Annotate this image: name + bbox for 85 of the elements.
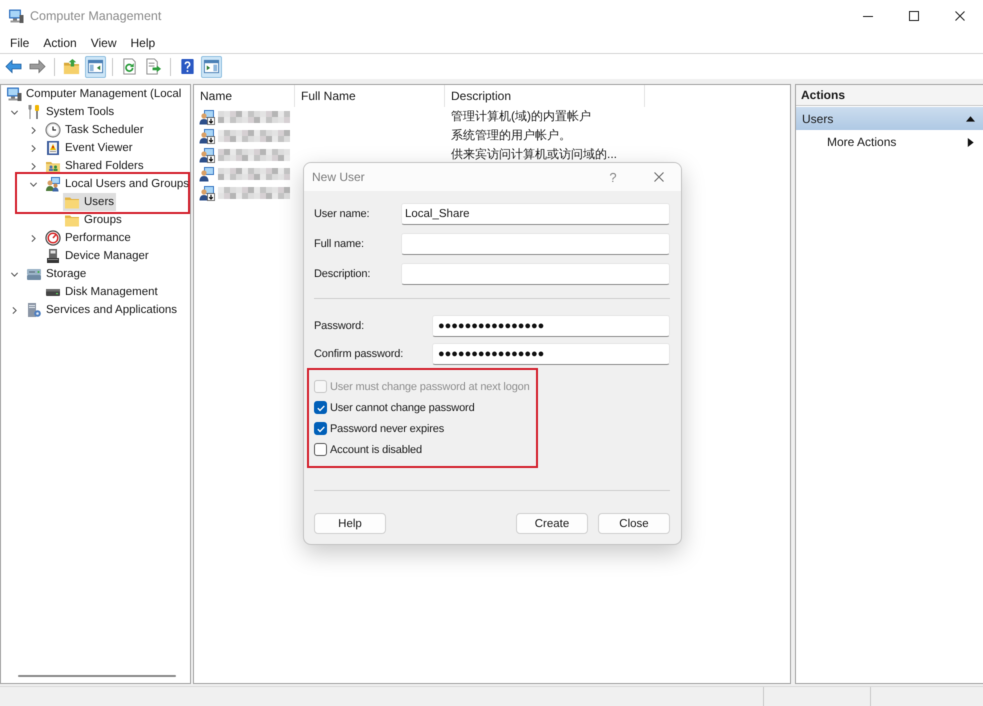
user-description: 供来宾访问计算机或访问域的... (451, 146, 618, 163)
close-icon (654, 172, 664, 182)
pixelated-name-drawing (218, 168, 290, 180)
checkbox-label[interactable]: Account is disabled (330, 444, 422, 456)
tools-icon (26, 104, 42, 120)
tree-item[interactable]: Users (63, 193, 116, 211)
tree-item[interactable]: Disk Management (44, 283, 160, 301)
dialog-button[interactable]: Create (516, 513, 588, 534)
user-description: 系统管理的用户帐户。 (451, 127, 571, 144)
export-list-icon (145, 58, 162, 75)
password-field[interactable]: ●●●●●●●●●●●●●●●● (432, 315, 670, 337)
dialog-button[interactable]: Help (314, 513, 386, 534)
checkbox[interactable] (314, 443, 327, 456)
password-field[interactable]: ●●●●●●●●●●●●●●●● (432, 343, 670, 365)
chevron-right-icon[interactable] (29, 234, 38, 242)
menu-item[interactable]: View (84, 34, 124, 52)
tree-item[interactable]: Groups (63, 211, 124, 229)
computer-icon (8, 8, 24, 24)
folder-up-icon (63, 58, 80, 75)
forward-arrow-icon (29, 58, 46, 75)
field-label: Full name: (314, 238, 365, 250)
checkmark-icon (316, 402, 326, 412)
tree-item[interactable]: Task Scheduler (44, 121, 146, 139)
checkbox-label[interactable]: User cannot change password (330, 402, 475, 414)
checkbox[interactable] (314, 401, 327, 414)
actions-pane-title: Actions (796, 85, 983, 106)
close-icon (955, 11, 965, 21)
menu-item[interactable]: More Actions (796, 130, 983, 154)
dialog-button[interactable]: Close (598, 513, 670, 534)
checkbox-label[interactable]: Password never expires (330, 422, 444, 434)
pixelated-name-drawing (218, 130, 290, 142)
text-field[interactable] (401, 263, 670, 285)
field-label: User name: (314, 208, 370, 220)
tree-item[interactable]: Performance (44, 229, 133, 247)
user-description: 管理计算机(域)的内置帐户 (451, 108, 591, 125)
field-label: Description: (314, 268, 372, 280)
column-header[interactable]: Name (194, 85, 295, 107)
tree-item[interactable]: Device Manager (44, 247, 151, 265)
field-label: Confirm password: (314, 348, 404, 360)
gauge-icon (45, 230, 61, 246)
scrollbar-thumb[interactable] (18, 675, 176, 677)
column-header[interactable]: Description (445, 85, 645, 107)
tree-item[interactable]: Storage (25, 265, 88, 283)
checkbox[interactable] (314, 422, 327, 435)
menu-item[interactable]: Action (36, 34, 84, 52)
menu-item[interactable]: File (3, 34, 36, 52)
tree-item[interactable]: System Tools (25, 103, 116, 121)
tree-item[interactable]: Shared Folders (44, 157, 146, 175)
checkmark-icon (316, 424, 326, 434)
toolbar-button[interactable] (85, 56, 106, 78)
users-icon (45, 176, 61, 192)
pixelated-name-drawing (218, 110, 290, 122)
tree-item[interactable]: Computer Management (Local (5, 85, 184, 103)
event-log-icon (45, 140, 61, 156)
chevron-right-icon[interactable] (29, 144, 38, 152)
device-icon (45, 248, 61, 264)
help-icon (179, 58, 196, 75)
pane-layout-icon (203, 58, 220, 75)
clock-icon (45, 122, 61, 138)
text-field[interactable] (401, 233, 670, 255)
pixelated-name-drawing (218, 148, 290, 160)
chevron-down-icon[interactable] (10, 270, 19, 278)
pane-layout-icon (87, 58, 104, 75)
chevron-right-icon[interactable] (29, 126, 38, 134)
menu-item[interactable]: Help (124, 34, 162, 52)
refresh-icon (121, 58, 138, 75)
tree-item[interactable]: Local Users and Groups (44, 175, 192, 193)
text-field[interactable]: Local_Share (401, 203, 670, 225)
chevron-down-icon[interactable] (29, 180, 38, 188)
chevron-down-icon[interactable] (10, 108, 19, 116)
section-header[interactable]: Users (796, 107, 983, 130)
back-arrow-icon (5, 58, 22, 75)
column-header[interactable]: Full Name (295, 85, 445, 107)
chevron-right-icon[interactable] (10, 306, 19, 314)
dialog-title: New User (312, 170, 366, 184)
tree-item[interactable]: Services and Applications (25, 301, 180, 319)
window-title: Computer Management (30, 9, 162, 23)
drive-icon (26, 266, 42, 282)
field-label: Password: (314, 320, 366, 332)
tree-item[interactable]: Event Viewer (44, 139, 135, 157)
toolbar-button[interactable] (201, 56, 222, 78)
chevron-right-icon[interactable] (29, 162, 38, 170)
maximize-icon (909, 11, 919, 21)
pixelated-name-drawing (218, 186, 290, 198)
server-icon (26, 302, 42, 318)
